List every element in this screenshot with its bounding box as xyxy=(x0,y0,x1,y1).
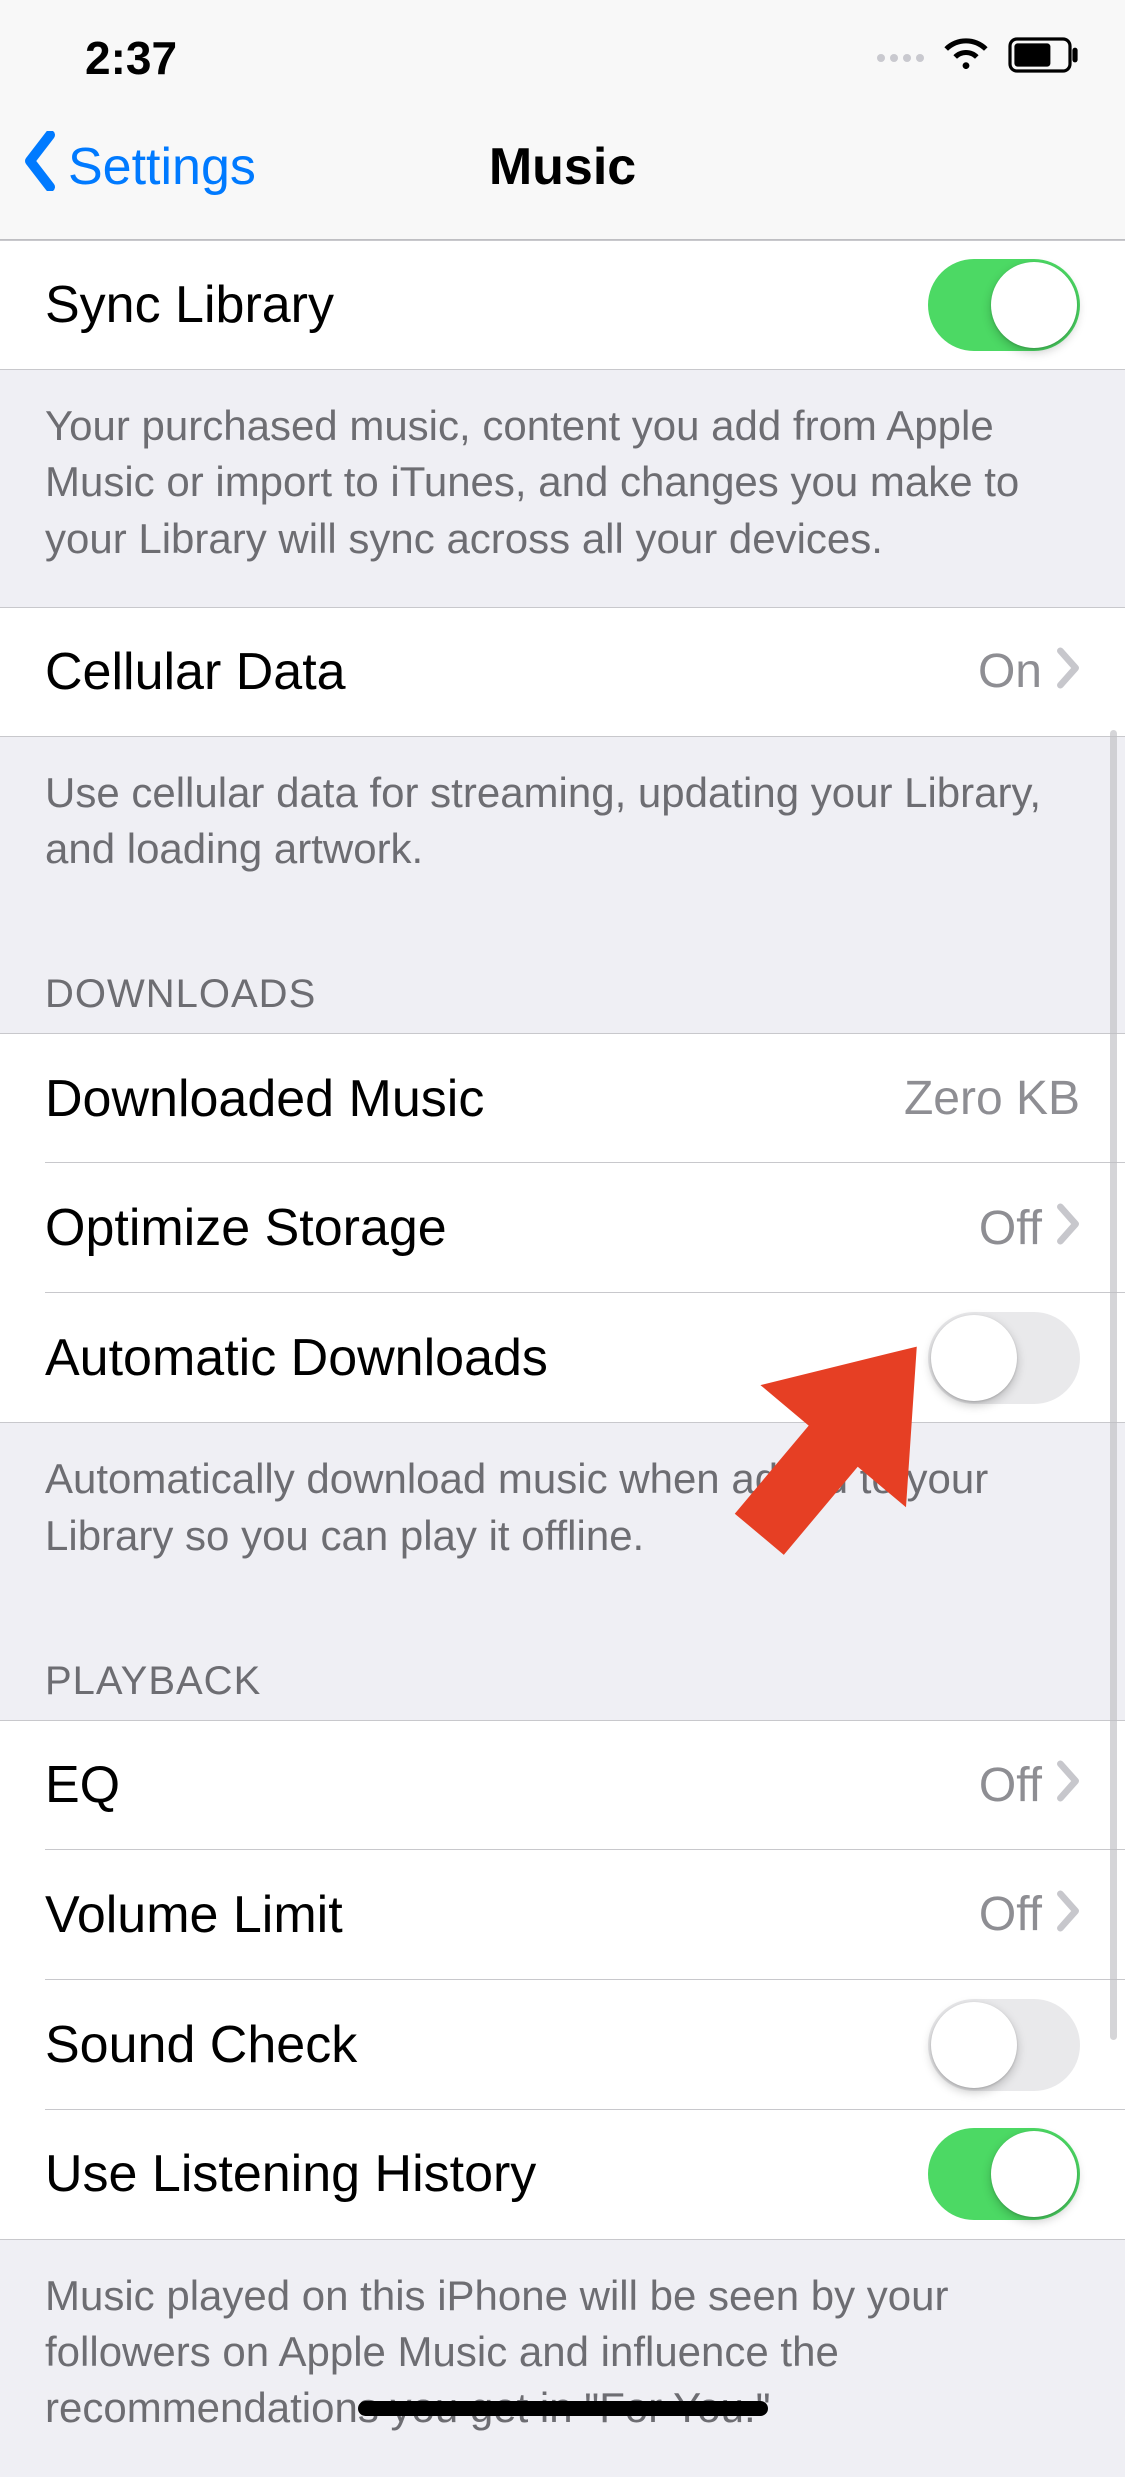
chevron-right-icon xyxy=(1056,1885,1080,1945)
eq-row[interactable]: EQ Off xyxy=(0,1720,1125,1850)
downloaded-music-value: Zero KB xyxy=(904,1071,1080,1126)
nav-bar: Settings Music xyxy=(0,95,1125,240)
listening-history-toggle[interactable] xyxy=(928,2128,1080,2220)
battery-icon xyxy=(1008,31,1080,85)
status-right xyxy=(877,28,1080,87)
downloaded-music-label: Downloaded Music xyxy=(45,1069,904,1129)
optimize-storage-value: Off xyxy=(979,1201,1056,1256)
home-indicator[interactable] xyxy=(358,2401,768,2416)
sound-check-row[interactable]: Sound Check xyxy=(0,1980,1125,2110)
cellular-data-footer: Use cellular data for streaming, updatin… xyxy=(0,737,1125,918)
eq-value: Off xyxy=(979,1758,1056,1813)
automatic-downloads-footer: Automatically download music when added … xyxy=(0,1423,1125,1604)
back-label: Settings xyxy=(68,137,256,197)
listening-history-label: Use Listening History xyxy=(45,2144,928,2204)
volume-limit-value: Off xyxy=(979,1887,1056,1942)
optimize-storage-label: Optimize Storage xyxy=(45,1198,979,1258)
volume-limit-label: Volume Limit xyxy=(45,1885,979,1945)
cellular-dots-icon xyxy=(877,54,924,62)
eq-label: EQ xyxy=(45,1755,979,1815)
optimize-storage-row[interactable]: Optimize Storage Off xyxy=(0,1163,1125,1293)
sync-library-label: Sync Library xyxy=(45,275,928,335)
cellular-data-value: On xyxy=(978,644,1056,699)
automatic-downloads-row[interactable]: Automatic Downloads xyxy=(0,1293,1125,1423)
sound-check-toggle[interactable] xyxy=(928,1999,1080,2091)
sync-library-footer: Your purchased music, content you add fr… xyxy=(0,370,1125,607)
listening-history-footer: Music played on this iPhone will be seen… xyxy=(0,2240,1125,2477)
content: Sync Library Your purchased music, conte… xyxy=(0,240,1125,2477)
volume-limit-row[interactable]: Volume Limit Off xyxy=(0,1850,1125,1980)
chevron-right-icon xyxy=(1056,1755,1080,1815)
status-time: 2:37 xyxy=(85,31,177,85)
automatic-downloads-toggle[interactable] xyxy=(928,1312,1080,1404)
status-bar: 2:37 xyxy=(0,0,1125,95)
scroll-indicator[interactable] xyxy=(1110,730,1117,2040)
chevron-right-icon xyxy=(1056,1198,1080,1258)
back-button[interactable]: Settings xyxy=(0,131,256,204)
cellular-data-label: Cellular Data xyxy=(45,642,978,702)
downloads-header: DOWNLOADS xyxy=(0,917,1125,1033)
automatic-downloads-label: Automatic Downloads xyxy=(45,1328,928,1388)
downloaded-music-row[interactable]: Downloaded Music Zero KB xyxy=(0,1033,1125,1163)
cellular-data-row[interactable]: Cellular Data On xyxy=(0,607,1125,737)
sound-check-label: Sound Check xyxy=(45,2015,928,2075)
sync-library-row[interactable]: Sync Library xyxy=(0,240,1125,370)
listening-history-row[interactable]: Use Listening History xyxy=(0,2110,1125,2240)
sync-library-toggle[interactable] xyxy=(928,259,1080,351)
chevron-left-icon xyxy=(22,131,58,204)
wifi-icon xyxy=(942,28,990,87)
chevron-right-icon xyxy=(1056,642,1080,702)
playback-header: PLAYBACK xyxy=(0,1604,1125,1720)
